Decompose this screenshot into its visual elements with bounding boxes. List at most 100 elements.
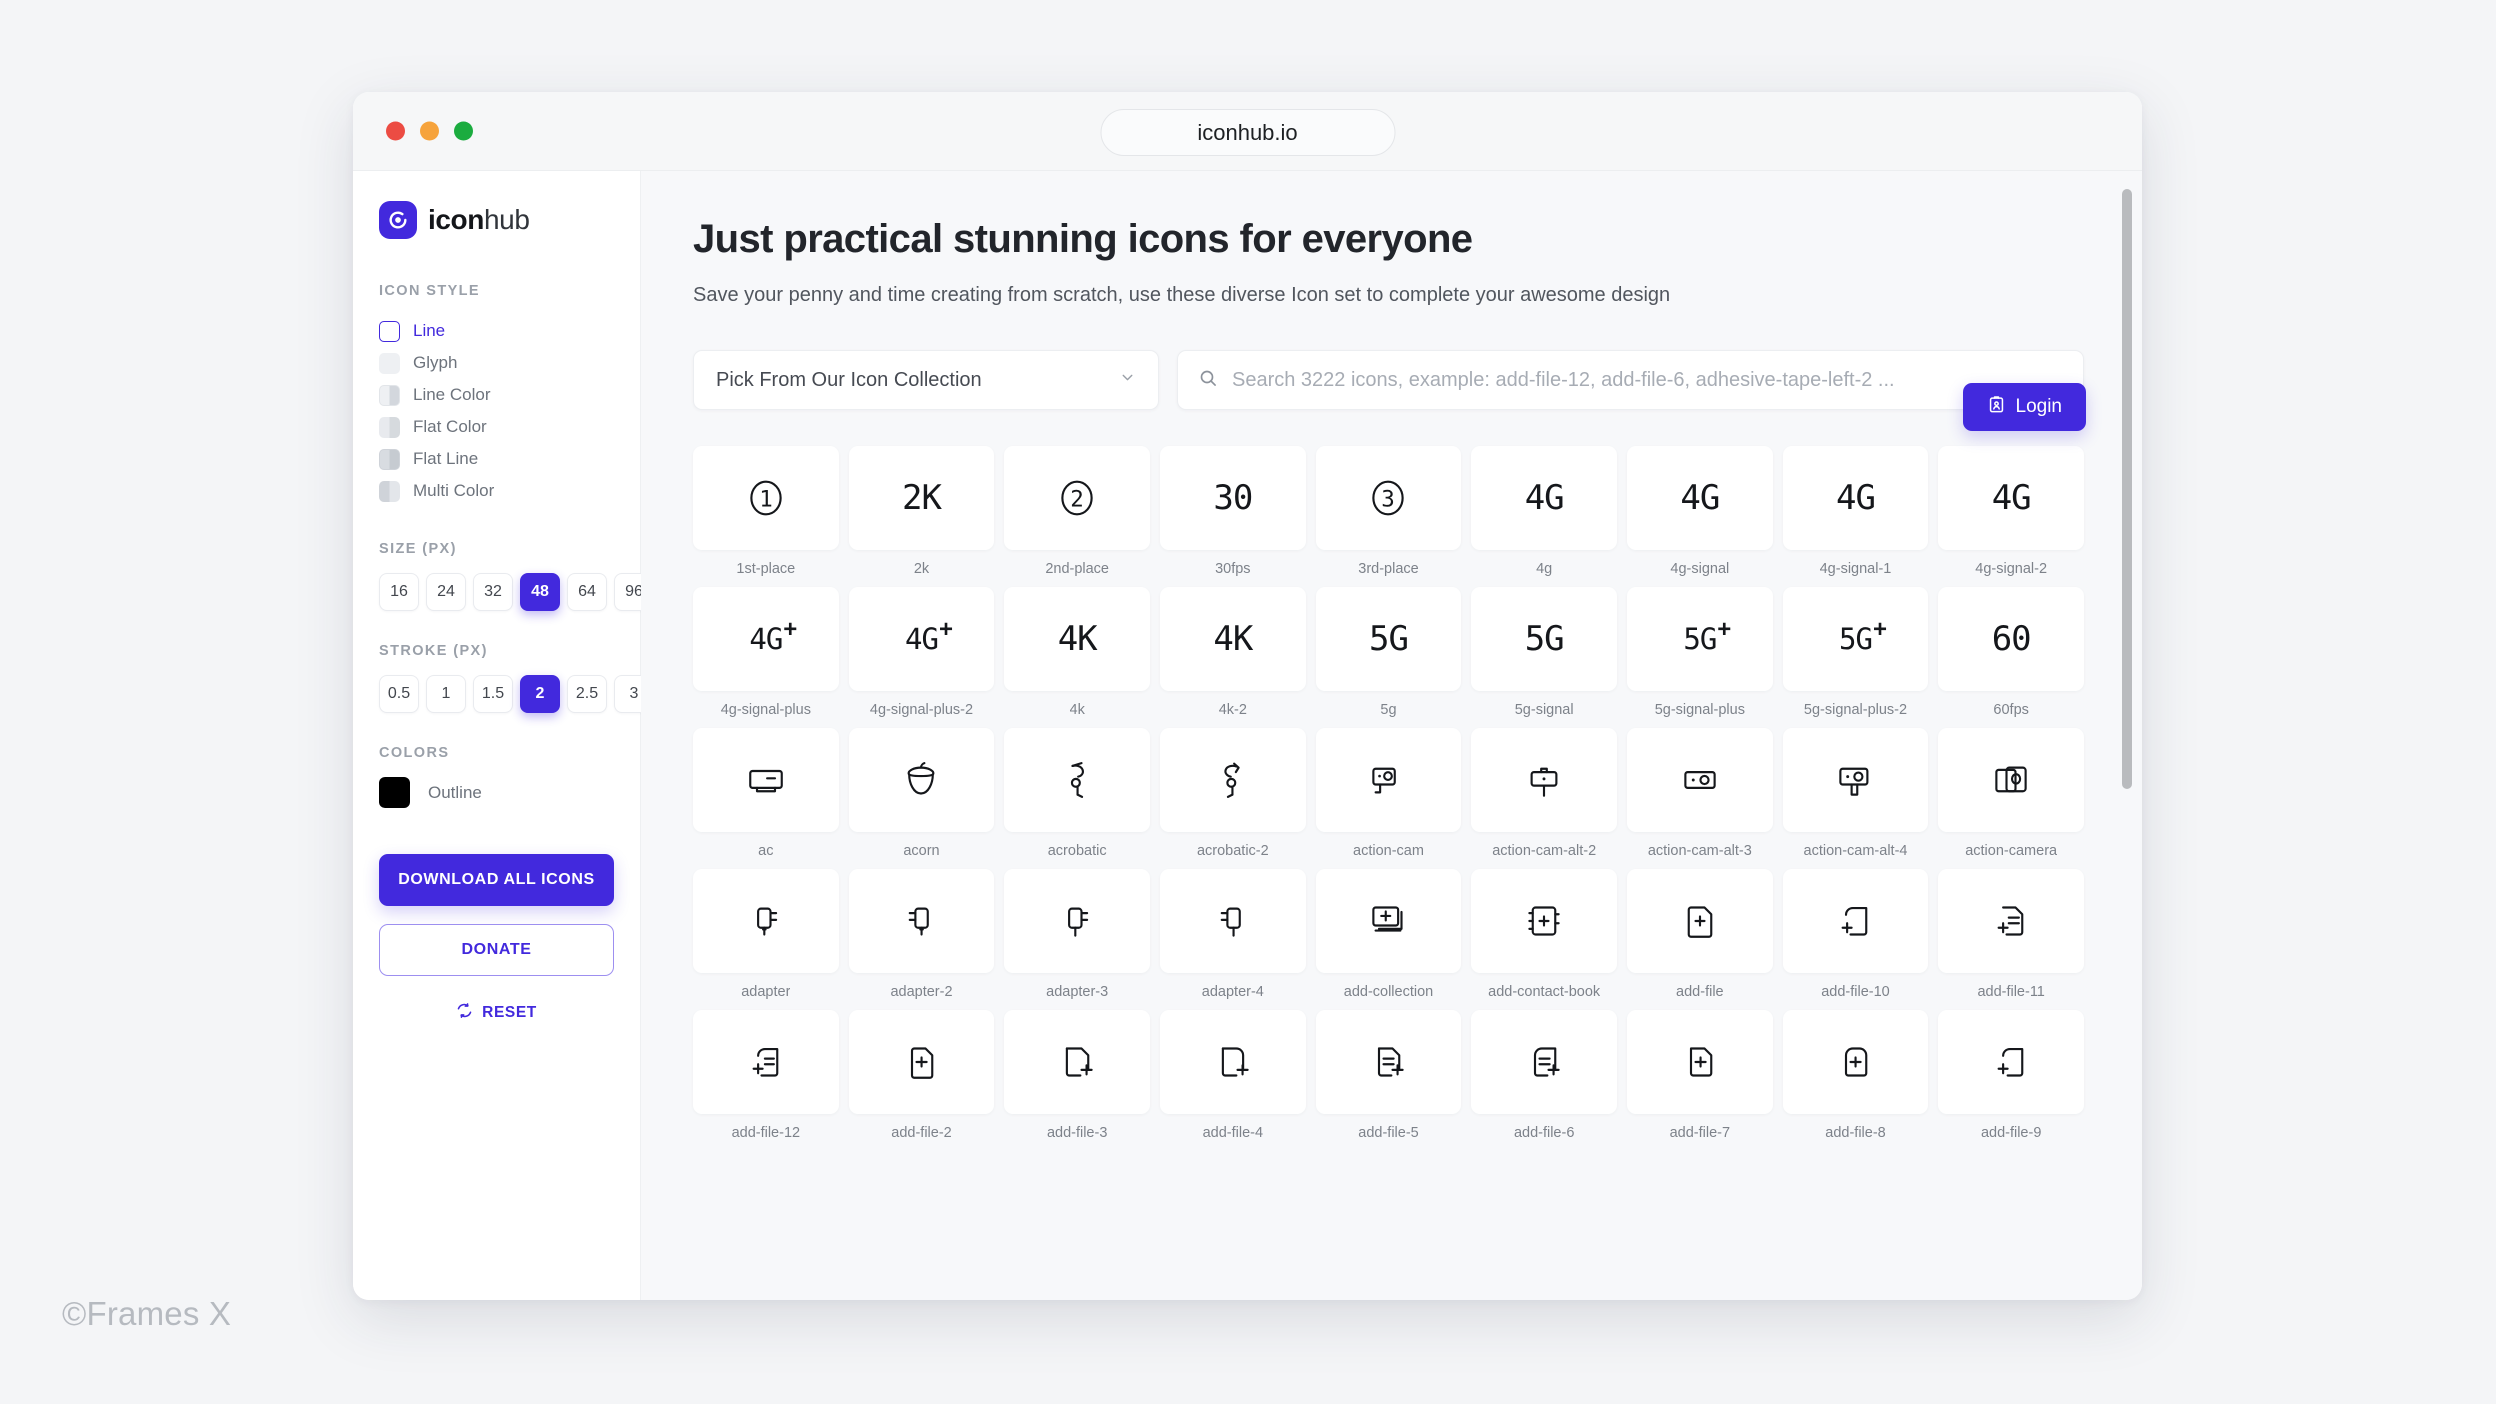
icon-cell[interactable]: add-collection	[1315, 869, 1462, 1000]
icon-cell[interactable]: add-file-2	[848, 1010, 995, 1141]
icon-cell[interactable]: add-file-7	[1627, 1010, 1773, 1141]
icon-cell[interactable]: 5G 5g	[1315, 587, 1462, 718]
5g-icon[interactable]: 5G	[1315, 587, 1462, 691]
icon-cell[interactable]: 3 3rd-place	[1315, 446, 1462, 577]
add-file-5-icon[interactable]	[1315, 1010, 1462, 1114]
stroke-option-2.5[interactable]: 2.5	[567, 675, 607, 713]
4g-signal-2-icon[interactable]: 4G	[1938, 446, 2084, 550]
action-cam-alt-3-icon[interactable]	[1627, 728, 1773, 832]
1st-place-icon[interactable]: 1	[693, 446, 839, 550]
icon-cell[interactable]: action-cam	[1315, 728, 1462, 859]
icon-cell[interactable]: adapter-3	[1004, 869, 1150, 1000]
icon-cell[interactable]: add-file-10	[1782, 869, 1929, 1000]
address-bar[interactable]: iconhub.io	[1100, 109, 1395, 156]
style-option-flat-line[interactable]: Flat Line	[379, 443, 614, 475]
icon-cell[interactable]: 4G 4g-signal-2	[1938, 446, 2084, 577]
icon-cell[interactable]: 5G + 5g-signal-plus	[1627, 587, 1773, 718]
search-box[interactable]	[1177, 350, 2084, 410]
icon-cell[interactable]: add-file-12	[693, 1010, 839, 1141]
style-option-line-color[interactable]: Line Color	[379, 379, 614, 411]
add-file-8-icon[interactable]	[1782, 1010, 1929, 1114]
stroke-option-0.5[interactable]: 0.5	[379, 675, 419, 713]
size-option-32[interactable]: 32	[473, 573, 513, 611]
adapter-icon[interactable]	[693, 869, 839, 973]
icon-cell[interactable]: action-camera	[1938, 728, 2084, 859]
ac-icon[interactable]	[693, 728, 839, 832]
stroke-option-1.5[interactable]: 1.5	[473, 675, 513, 713]
window-controls[interactable]	[386, 121, 473, 141]
icon-cell[interactable]: adapter-4	[1160, 869, 1306, 1000]
60fps-icon[interactable]: 60	[1938, 587, 2084, 691]
add-file-10-icon[interactable]	[1782, 869, 1929, 973]
action-cam-alt-2-icon[interactable]	[1471, 728, 1617, 832]
4k-2-icon[interactable]: 4K	[1160, 587, 1306, 691]
2k-icon[interactable]: 2K	[848, 446, 995, 550]
icon-cell[interactable]: 4G 4g-signal	[1627, 446, 1773, 577]
brand-logo[interactable]: iconhub	[379, 201, 614, 239]
icon-cell[interactable]: action-cam-alt-4	[1782, 728, 1929, 859]
icon-cell[interactable]: add-file-3	[1004, 1010, 1150, 1141]
icon-cell[interactable]: 5G 5g-signal	[1471, 587, 1617, 718]
action-camera-icon[interactable]	[1938, 728, 2084, 832]
donate-button[interactable]: DONATE	[379, 924, 614, 976]
add-file-9-icon[interactable]	[1938, 1010, 2084, 1114]
4g-signal-1-icon[interactable]: 4G	[1782, 446, 1929, 550]
outline-color-swatch[interactable]	[379, 777, 410, 808]
icon-cell[interactable]: add-contact-book	[1471, 869, 1617, 1000]
icon-cell[interactable]: adapter	[693, 869, 839, 1000]
size-option-16[interactable]: 16	[379, 573, 419, 611]
5g-signal-icon[interactable]: 5G	[1471, 587, 1617, 691]
action-cam-alt-4-icon[interactable]	[1782, 728, 1929, 832]
scrollbar-track[interactable]	[2122, 179, 2137, 1292]
add-file-7-icon[interactable]	[1627, 1010, 1773, 1114]
30fps-icon[interactable]: 30	[1160, 446, 1306, 550]
reset-button[interactable]: RESET	[379, 1002, 614, 1024]
size-option-64[interactable]: 64	[567, 573, 607, 611]
acrobatic-2-icon[interactable]	[1160, 728, 1306, 832]
style-option-flat-color[interactable]: Flat Color	[379, 411, 614, 443]
add-contact-book-icon[interactable]	[1471, 869, 1617, 973]
icon-cell[interactable]: add-file-4	[1160, 1010, 1306, 1141]
icon-cell[interactable]: 4G 4g	[1471, 446, 1617, 577]
icon-cell[interactable]: 60 60fps	[1938, 587, 2084, 718]
icon-cell[interactable]: 4G + 4g-signal-plus	[693, 587, 839, 718]
add-file-4-icon[interactable]	[1160, 1010, 1306, 1114]
close-icon[interactable]	[386, 121, 405, 141]
add-collection-icon[interactable]	[1315, 869, 1462, 973]
stroke-option-1[interactable]: 1	[426, 675, 466, 713]
size-option-48[interactable]: 48	[520, 573, 560, 611]
icon-cell[interactable]: action-cam-alt-3	[1627, 728, 1773, 859]
search-input[interactable]	[1232, 368, 2063, 392]
style-option-multi-color[interactable]: Multi Color	[379, 475, 614, 507]
icon-cell[interactable]: add-file-5	[1315, 1010, 1462, 1141]
4g-icon[interactable]: 4G	[1471, 446, 1617, 550]
minimize-icon[interactable]	[420, 121, 439, 141]
4k-icon[interactable]: 4K	[1004, 587, 1150, 691]
icon-cell[interactable]: 4K 4k-2	[1160, 587, 1306, 718]
add-file-2-icon[interactable]	[848, 1010, 995, 1114]
adapter-4-icon[interactable]	[1160, 869, 1306, 973]
icon-cell[interactable]: 4K 4k	[1004, 587, 1150, 718]
icon-cell[interactable]: 30 30fps	[1160, 446, 1306, 577]
icon-cell[interactable]: acorn	[848, 728, 995, 859]
icon-cell[interactable]: 1 1st-place	[693, 446, 839, 577]
icon-cell[interactable]: ac	[693, 728, 839, 859]
icon-cell[interactable]: add-file-11	[1938, 869, 2084, 1000]
icon-cell[interactable]: add-file	[1627, 869, 1773, 1000]
adapter-3-icon[interactable]	[1004, 869, 1150, 973]
maximize-icon[interactable]	[454, 121, 473, 141]
download-all-icons-button[interactable]: DOWNLOAD ALL ICONS	[379, 854, 614, 906]
size-option-24[interactable]: 24	[426, 573, 466, 611]
icon-cell[interactable]: 2 2nd-place	[1004, 446, 1150, 577]
add-file-6-icon[interactable]	[1471, 1010, 1617, 1114]
4g-signal-plus-2-icon[interactable]: 4G +	[848, 587, 995, 691]
stroke-option-2[interactable]: 2	[520, 675, 560, 713]
add-file-3-icon[interactable]	[1004, 1010, 1150, 1114]
adapter-2-icon[interactable]	[848, 869, 995, 973]
style-option-glyph[interactable]: Glyph	[379, 347, 614, 379]
icon-cell[interactable]: adapter-2	[848, 869, 995, 1000]
icon-cell[interactable]: acrobatic-2	[1160, 728, 1306, 859]
collection-select[interactable]: Pick From Our Icon Collection	[693, 350, 1159, 410]
icon-cell[interactable]: 4G 4g-signal-1	[1782, 446, 1929, 577]
icon-cell[interactable]: 4G + 4g-signal-plus-2	[848, 587, 995, 718]
